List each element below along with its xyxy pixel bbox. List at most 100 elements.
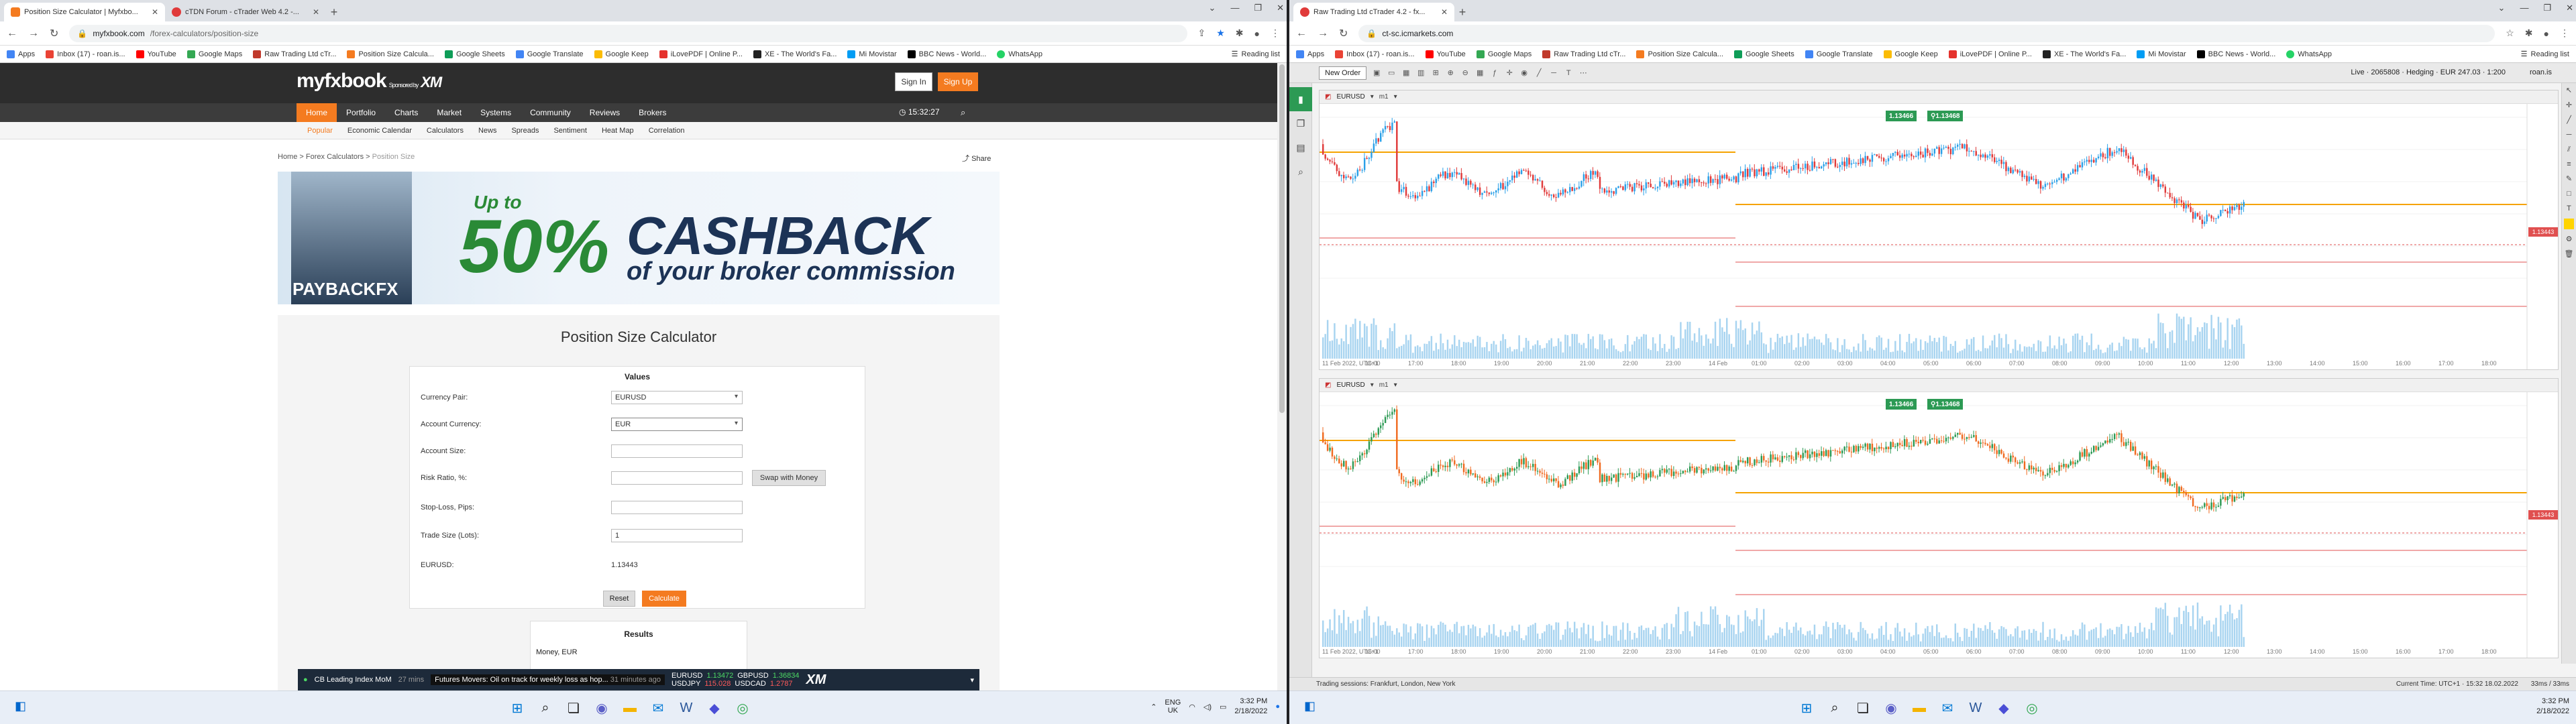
new-tab-icon[interactable]: + bbox=[1454, 3, 1470, 21]
chart-window-2[interactable]: ◩ EURUSD ▾ m1 ▾ 1.13466 ⚲ 1.13468 11 Feb… bbox=[1319, 378, 2559, 658]
back-icon[interactable]: ← bbox=[1296, 27, 1307, 40]
word-icon[interactable]: W bbox=[676, 698, 696, 718]
chart-timeframe[interactable]: m1 bbox=[1379, 93, 1389, 101]
new-tab-icon[interactable]: + bbox=[326, 3, 342, 21]
minimize-icon[interactable]: — bbox=[2520, 3, 2528, 13]
reset-button[interactable]: Reset bbox=[603, 591, 635, 607]
text-icon[interactable]: T bbox=[1564, 68, 1573, 78]
bookmark-star-icon[interactable]: ★ bbox=[1216, 27, 1225, 39]
bookmark-youtube[interactable]: YouTube bbox=[1425, 50, 1466, 58]
bookmark-apps[interactable]: Apps bbox=[7, 50, 35, 58]
hline-icon[interactable]: ─ bbox=[1549, 68, 1558, 78]
delete-icon[interactable]: 🗑 bbox=[2562, 247, 2576, 261]
bookmark-sheets[interactable]: Google Sheets bbox=[1733, 50, 1794, 58]
bookmark-maps[interactable]: Google Maps bbox=[1476, 50, 1532, 58]
reload-icon[interactable]: ↻ bbox=[50, 27, 58, 40]
account-currency-select[interactable]: EUR bbox=[611, 418, 743, 431]
hline-icon[interactable]: ─ bbox=[2562, 127, 2576, 142]
zoom-out-icon[interactable]: ⊖ bbox=[1460, 68, 1470, 78]
nav-reviews[interactable]: Reviews bbox=[580, 103, 629, 122]
close-tab-icon[interactable]: ✕ bbox=[152, 7, 158, 17]
zoom-in-icon[interactable]: ⊕ bbox=[1446, 68, 1455, 78]
crosshair-icon[interactable]: ✛ bbox=[1505, 68, 1514, 78]
extension-icon[interactable]: ✱ bbox=[1236, 27, 1244, 39]
start-icon[interactable]: ⊞ bbox=[507, 698, 527, 718]
reading-list[interactable]: ☰ Reading list bbox=[1232, 50, 1280, 59]
minimize-icon[interactable]: — bbox=[1230, 3, 1239, 13]
subnav-economic-calendar[interactable]: Economic Calendar bbox=[347, 127, 412, 135]
search-icon[interactable]: ⌕ bbox=[1825, 698, 1845, 718]
trade-icon[interactable]: ▮ bbox=[1289, 87, 1312, 111]
tab-ctdn-forum[interactable]: cTDN Forum - cTrader Web 4.2 -... ✕ bbox=[165, 3, 326, 21]
single-chart-icon[interactable]: ▭ bbox=[1387, 68, 1396, 78]
chat-icon[interactable]: ◉ bbox=[592, 698, 612, 718]
sell-badge[interactable]: 1.13466 bbox=[1886, 399, 1917, 410]
tab-search-icon[interactable]: ⌄ bbox=[1209, 3, 1216, 13]
chart-timeframe-dropdown-icon[interactable]: ▾ bbox=[1394, 381, 1397, 389]
subnav-news[interactable]: News bbox=[478, 127, 497, 135]
bookmark-bbc[interactable]: BBC News - World... bbox=[907, 50, 986, 58]
bookmark-gmail[interactable]: Inbox (17) - roan.is... bbox=[46, 50, 125, 58]
bookmark-translate[interactable]: Google Translate bbox=[1805, 50, 1873, 58]
back-icon[interactable]: ← bbox=[7, 27, 17, 40]
url-input[interactable]: 🔒 ct-sc.icmarkets.com bbox=[1358, 24, 2496, 42]
close-window-icon[interactable]: ✕ bbox=[2566, 3, 2573, 13]
tab-position-size[interactable]: Position Size Calculator | Myfxbo... ✕ bbox=[4, 3, 165, 21]
subnav-sentiment[interactable]: Sentiment bbox=[553, 127, 587, 135]
forward-icon[interactable]: → bbox=[28, 27, 39, 40]
sell-badge[interactable]: 1.13466 bbox=[1886, 111, 1917, 121]
subnav-calculators[interactable]: Calculators bbox=[427, 127, 464, 135]
chart-timeframe[interactable]: m1 bbox=[1379, 381, 1389, 389]
chart-symbol-dropdown-icon[interactable]: ▾ bbox=[1371, 381, 1374, 389]
share-page-icon[interactable]: ⇪ bbox=[1198, 27, 1206, 39]
page-scrollbar[interactable] bbox=[1277, 63, 1287, 690]
sign-up-button[interactable]: Sign Up bbox=[938, 72, 978, 91]
cursor-icon[interactable]: ↖ bbox=[2562, 83, 2576, 98]
line-icon[interactable]: ╱ bbox=[2562, 113, 2576, 127]
ticker-collapse-icon[interactable]: ▾ bbox=[970, 676, 974, 684]
subnav-correlation[interactable]: Correlation bbox=[649, 127, 685, 135]
nav-portfolio[interactable]: Portfolio bbox=[337, 103, 385, 122]
word-icon[interactable]: W bbox=[1966, 698, 1986, 718]
wifi-icon[interactable]: ◠ bbox=[1189, 703, 1195, 711]
file-explorer-icon[interactable]: ▬ bbox=[1909, 698, 1929, 718]
account-size-input[interactable] bbox=[611, 444, 743, 458]
bookmark-keep[interactable]: Google Keep bbox=[594, 50, 649, 58]
swap-with-money-button[interactable]: Swap with Money bbox=[752, 470, 826, 486]
nav-brokers[interactable]: Brokers bbox=[629, 103, 676, 122]
breadcrumb-forex-calculators[interactable]: Forex Calculators bbox=[306, 153, 364, 161]
price-chart-2[interactable]: 11 Feb 2022, UTC+116:00 17:00 18:00 19:00 20… bbox=[1320, 392, 2558, 658]
copy-icon[interactable]: ❐ bbox=[1289, 111, 1312, 135]
bookmark-xe[interactable]: XE - The World's Fa... bbox=[2042, 50, 2126, 58]
bookmark-youtube[interactable]: YouTube bbox=[136, 50, 176, 58]
forward-icon[interactable]: → bbox=[1318, 27, 1328, 40]
reload-icon[interactable]: ↻ bbox=[1339, 27, 1348, 40]
close-tab-icon[interactable]: ✕ bbox=[313, 7, 319, 17]
bookmark-whatsapp[interactable]: WhatsApp bbox=[2286, 50, 2332, 58]
chart-timeframe-dropdown-icon[interactable]: ▾ bbox=[1394, 93, 1397, 101]
chart-symbol-dropdown-icon[interactable]: ▾ bbox=[1371, 93, 1374, 101]
notification-icon[interactable]: ● bbox=[1275, 703, 1280, 711]
breadcrumb-home[interactable]: Home bbox=[278, 153, 297, 161]
calculate-button[interactable]: Calculate bbox=[642, 591, 686, 607]
bookmark-whatsapp[interactable]: WhatsApp bbox=[997, 50, 1042, 58]
share-link[interactable]: ⤴ Share bbox=[962, 153, 991, 164]
widgets-icon[interactable]: ◧ bbox=[15, 699, 26, 713]
automate-icon[interactable]: ▤ bbox=[1289, 135, 1312, 160]
file-explorer-icon[interactable]: ▬ bbox=[620, 698, 640, 718]
text-icon[interactable]: T bbox=[2562, 201, 2576, 216]
bookmark-raw-trading[interactable]: Raw Trading Ltd cTr... bbox=[253, 50, 336, 58]
analyze-icon[interactable]: ⌕ bbox=[1289, 160, 1312, 184]
profile-icon[interactable]: ● bbox=[1254, 28, 1260, 39]
clock[interactable]: 3:32 PM 2/18/2022 bbox=[2536, 697, 2569, 717]
timeframe-icon[interactable]: ⊞ bbox=[1431, 68, 1440, 78]
layout-icon[interactable]: ▣ bbox=[1372, 68, 1381, 78]
buy-badge[interactable]: ⚲ 1.13468 bbox=[1927, 111, 1964, 121]
menu-icon[interactable]: ⋮ bbox=[1271, 27, 1280, 39]
bookmark-keep[interactable]: Google Keep bbox=[1883, 50, 1938, 58]
bookmark-bbc[interactable]: BBC News - World... bbox=[2196, 50, 2275, 58]
currency-pair-select[interactable]: EURUSD bbox=[611, 391, 743, 404]
multi-chart-icon[interactable]: ▦ bbox=[1401, 68, 1411, 78]
cashback-banner[interactable]: PAYBACKFX Up to 50% CASHBACK of your bro… bbox=[278, 172, 1000, 304]
bookmark-translate[interactable]: Google Translate bbox=[515, 50, 584, 58]
